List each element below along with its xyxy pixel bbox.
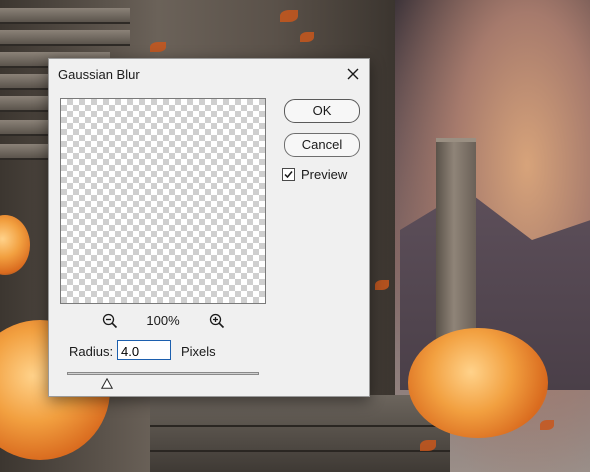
dialog-title: Gaussian Blur bbox=[58, 67, 140, 82]
zoom-in-button[interactable] bbox=[208, 312, 226, 330]
stair-step bbox=[0, 8, 130, 24]
step-edge bbox=[150, 425, 450, 427]
close-icon bbox=[347, 68, 359, 80]
radius-unit: Pixels bbox=[181, 344, 216, 359]
close-button[interactable] bbox=[341, 62, 365, 86]
autumn-leaf bbox=[280, 10, 298, 22]
preview-label[interactable]: Preview bbox=[301, 167, 347, 182]
orange-flower bbox=[408, 328, 548, 438]
preview-canvas[interactable] bbox=[60, 98, 266, 304]
preview-checkbox[interactable] bbox=[282, 168, 295, 181]
ok-button[interactable]: OK bbox=[284, 99, 360, 123]
autumn-leaf bbox=[300, 32, 314, 42]
zoom-out-icon bbox=[102, 313, 118, 329]
step-edge bbox=[150, 450, 450, 452]
radius-slider-track[interactable] bbox=[67, 372, 259, 375]
radius-input[interactable] bbox=[117, 340, 171, 360]
radius-label: Radius: bbox=[69, 344, 114, 359]
dialog-title-bar[interactable]: Gaussian Blur bbox=[49, 59, 369, 89]
radius-slider-thumb[interactable] bbox=[100, 376, 114, 389]
autumn-leaf bbox=[375, 280, 389, 290]
triangle-thumb-icon bbox=[100, 377, 114, 389]
cancel-button[interactable]: Cancel bbox=[284, 133, 360, 157]
zoom-in-icon bbox=[209, 313, 225, 329]
stone-steps bbox=[150, 395, 450, 472]
stair-step bbox=[0, 30, 130, 46]
checkmark-icon bbox=[284, 171, 293, 179]
zoom-level: 100% bbox=[146, 313, 180, 328]
zoom-out-button[interactable] bbox=[101, 312, 119, 330]
autumn-leaf bbox=[420, 440, 436, 451]
gaussian-blur-dialog: Gaussian Blur OK Cancel Preview 100% Rad… bbox=[48, 58, 370, 397]
autumn-leaf bbox=[150, 42, 166, 52]
autumn-leaf bbox=[540, 420, 554, 430]
